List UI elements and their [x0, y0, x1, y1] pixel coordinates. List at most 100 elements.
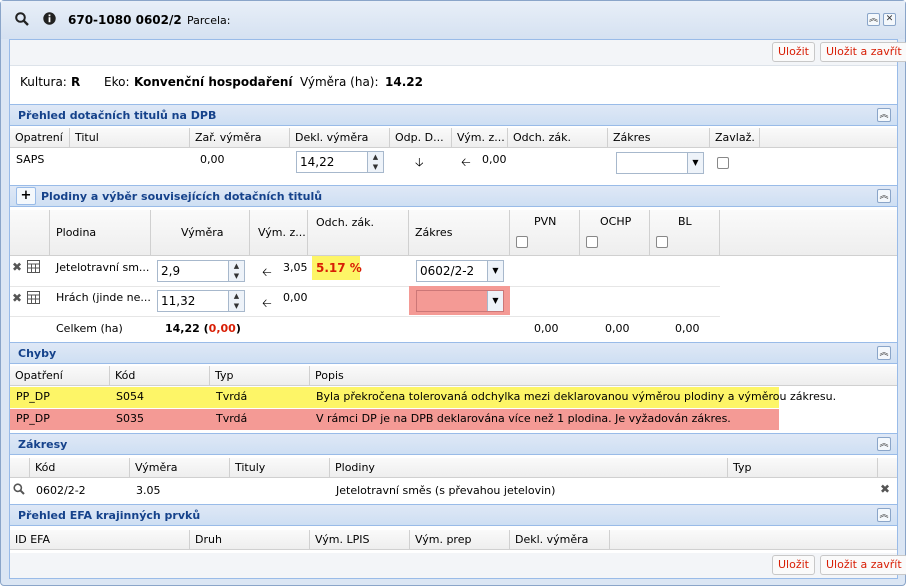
dpb-section-title: Přehled dotačních titulů na DPB — [18, 109, 217, 122]
error-row[interactable]: PP_DP S054 Tvrdá Byla překročena tolerov… — [10, 387, 836, 408]
spin-up-icon[interactable]: ▲ — [229, 261, 244, 271]
ochp-all-checkbox[interactable] — [586, 236, 598, 248]
collapse-icon[interactable]: ︽ — [877, 437, 891, 451]
calculator-icon[interactable] — [27, 291, 40, 307]
chyby-section-title: Chyby — [18, 347, 57, 360]
plodina-vymera-input[interactable]: 11,32 ▲ ▼ — [157, 290, 245, 312]
plodina-vym-z: 0,00 — [283, 291, 308, 304]
col-zavlaz[interactable]: Zavlaž. — [710, 128, 760, 147]
zakresy-section-header[interactable]: Zákresy ︽ — [10, 433, 897, 455]
col-odp-d[interactable]: Odp. D... — [390, 128, 452, 147]
col-druh[interactable]: Druh — [190, 530, 310, 549]
col-dekl-vymera[interactable]: Dekl. výměra — [510, 530, 610, 549]
save-button[interactable]: Uložit — [772, 42, 815, 62]
plodiny-section-header[interactable]: + Plodiny a výběr souvisejících dotačníc… — [10, 185, 897, 207]
col-bl-label: BL — [678, 215, 692, 228]
search-icon[interactable] — [15, 12, 29, 29]
save-close-button[interactable]: Uložit a zavřít — [820, 42, 906, 62]
col-odch-zak[interactable]: Odch. zák. — [508, 128, 608, 147]
dpb-section-header[interactable]: Přehled dotačních titulů na DPB ︽ — [10, 104, 897, 126]
error-row[interactable]: PP_DP S035 Tvrdá V rámci DP je na DPB de… — [10, 409, 779, 430]
error-opatreni: PP_DP — [16, 412, 50, 425]
bl-all-checkbox[interactable] — [656, 236, 668, 248]
kultura-value: R — [71, 75, 81, 89]
col-zakres[interactable]: Zákres — [608, 128, 710, 147]
dpb-zavlaz-checkbox[interactable] — [717, 157, 729, 169]
save-close-button[interactable]: Uložit a zavřít — [820, 555, 906, 575]
col-pvn[interactable]: PVN — [510, 210, 580, 255]
eko-value: Konvenční hospodaření — [134, 75, 293, 89]
col-plodina[interactable]: Plodina — [50, 210, 151, 255]
col-kod[interactable]: Kód — [110, 366, 210, 385]
col-vym-z[interactable]: Vým. z... — [452, 128, 508, 147]
col-vym-lpis[interactable]: Vým. LPIS — [310, 530, 410, 549]
spinner[interactable]: ▲ ▼ — [228, 261, 244, 281]
spinner[interactable]: ▲ ▼ — [228, 291, 244, 311]
chevron-down-icon[interactable]: ▼ — [687, 153, 703, 173]
parcel-code: 670-1080 0602/2 — [68, 13, 182, 27]
total-ochp: 0,00 — [605, 322, 630, 335]
col-titul[interactable]: Titul — [70, 128, 190, 147]
arrow-left-icon[interactable]: 🡠 — [461, 153, 471, 174]
col-vymera-label: Výměra — [181, 226, 224, 239]
pvn-all-checkbox[interactable] — [516, 236, 528, 248]
collapse-icon[interactable]: ︽ — [877, 508, 891, 522]
delete-icon[interactable]: ✖ — [12, 260, 22, 274]
plodina-zakres-combo-error[interactable]: ▼ — [416, 290, 504, 312]
calculator-icon[interactable] — [27, 260, 40, 276]
search-icon[interactable] — [13, 483, 25, 498]
delete-icon[interactable]: ✖ — [12, 291, 22, 305]
col-opatreni[interactable]: Opatření — [10, 366, 110, 385]
efa-section-header[interactable]: Přehled EFA krajinných prvků ︽ — [10, 504, 897, 526]
chyby-section-header[interactable]: Chyby ︽ — [10, 342, 897, 364]
dpb-dekl-vymera-input[interactable]: 14,22 ▲ ▼ — [296, 151, 384, 173]
col-ochp[interactable]: OCHP — [580, 210, 650, 255]
spin-down-icon[interactable]: ▼ — [229, 301, 244, 311]
collapse-window-icon[interactable]: ︽ — [867, 13, 880, 26]
total-close-paren: ) — [235, 322, 241, 335]
close-icon[interactable]: ✕ — [883, 13, 896, 26]
collapse-icon[interactable]: ︽ — [877, 108, 891, 122]
col-tituly[interactable]: Tituly — [230, 458, 330, 477]
dpb-zakres-combo[interactable]: ▼ — [616, 152, 704, 174]
collapse-icon[interactable]: ︽ — [877, 346, 891, 360]
error-typ: Tvrdá — [216, 412, 248, 425]
save-button[interactable]: Uložit — [772, 555, 815, 575]
col-opatreni[interactable]: Opatrení — [10, 128, 70, 147]
col-typ[interactable]: Typ — [728, 458, 878, 477]
col-bl[interactable]: BL — [650, 210, 720, 255]
plodina-zakres-combo[interactable]: 0602/2-2 ▼ — [416, 260, 504, 282]
col-popis[interactable]: Popis — [310, 366, 897, 385]
col-dekl-vymera[interactable]: Dekl. výměra — [290, 128, 390, 147]
parcel-window: 670-1080 0602/2 Parcela: ︽ ✕ Uložit Ulož… — [0, 0, 906, 586]
col-kod[interactable]: Kód — [30, 458, 130, 477]
col-vymera[interactable]: Výměra — [130, 458, 230, 477]
col-vym-z[interactable]: Vým. z... — [250, 210, 308, 255]
col-vym-prep[interactable]: Vým. prep — [410, 530, 510, 549]
plodina-vymera-input[interactable]: 2,9 ▲ ▼ — [157, 260, 245, 282]
col-id-efa[interactable]: ID EFA — [10, 530, 190, 549]
chevron-down-icon[interactable]: ▼ — [487, 261, 503, 281]
plodiny-section-title: Plodiny a výběr souvisejících dotačních … — [41, 190, 323, 203]
add-plodina-button[interactable]: + — [16, 187, 36, 205]
zakresy-grid-header: Kód Výměra Tituly Plodiny Typ — [10, 458, 897, 478]
arrow-down-icon[interactable]: 🡣 — [415, 153, 424, 174]
collapse-icon[interactable]: ︽ — [877, 189, 891, 203]
arrow-left-icon[interactable]: 🡠 — [262, 263, 272, 284]
spinner[interactable]: ▲ ▼ — [367, 152, 383, 172]
vymera-value: 14.22 — [385, 75, 423, 89]
chevron-down-icon[interactable]: ▼ — [487, 291, 503, 311]
col-zakres[interactable]: Zákres — [409, 210, 510, 255]
col-typ[interactable]: Typ — [210, 366, 310, 385]
col-odch[interactable]: Odch. zák. — [308, 210, 409, 255]
spin-up-icon[interactable]: ▲ — [229, 291, 244, 301]
col-zar-vymera[interactable]: Zař. výměra — [190, 128, 290, 147]
spin-down-icon[interactable]: ▼ — [368, 162, 383, 172]
col-plodiny[interactable]: Plodiny — [330, 458, 728, 477]
col-vymera[interactable]: Výměra — [151, 210, 250, 255]
delete-icon[interactable]: ✖ — [880, 482, 890, 496]
spin-up-icon[interactable]: ▲ — [368, 152, 383, 162]
arrow-left-icon[interactable]: 🡠 — [262, 294, 272, 315]
spin-down-icon[interactable]: ▼ — [229, 271, 244, 281]
info-icon[interactable] — [43, 12, 56, 28]
